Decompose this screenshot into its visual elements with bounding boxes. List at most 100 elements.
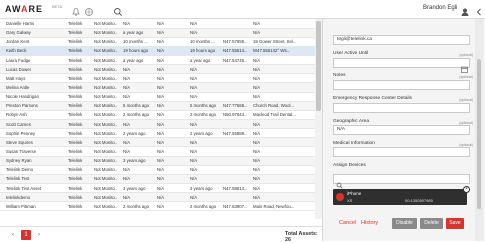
table-cell: Telelink xyxy=(62,192,88,203)
device-serial: 00:1350597985 xyxy=(405,198,433,203)
table-row[interactable]: Gary Galway Telelink Not Monito... a year a… xyxy=(0,28,322,38)
table-cell: N/A xyxy=(247,183,322,194)
table-cell: Not Monito... xyxy=(88,37,117,47)
table-cell: N/A xyxy=(117,192,151,203)
user-icon[interactable] xyxy=(460,4,470,16)
user-active-until-field[interactable] xyxy=(333,58,470,68)
table-row[interactable]: Danielle Harris Telelink Not Monito... N/A N… xyxy=(0,19,322,29)
table-cell: N/A xyxy=(151,119,184,130)
chevron-left-icon[interactable] xyxy=(474,4,484,16)
ercd-label: Emergency Response Center Details xyxy=(333,96,412,101)
save-button[interactable]: Save xyxy=(446,218,464,229)
table-row[interactable]: Sydney Ryan Telelink Not Monito... 3 years … xyxy=(0,156,322,166)
table-cell: Lucas Dower xyxy=(0,64,62,75)
user-name[interactable]: Brandon Egli xyxy=(423,5,457,11)
assigned-device-card[interactable]: iPhone XS 00:1350597985 × xyxy=(333,186,470,205)
table-row[interactable]: Matt Hays Telelink Not Monito... N/A N/A N/A N… xyxy=(0,73,322,84)
table-cell: Not Monito... xyxy=(88,165,117,175)
table-cell: Telelink xyxy=(62,174,88,185)
table-cell: N/A xyxy=(247,55,322,66)
cancel-button[interactable]: Cancel xyxy=(339,220,356,226)
table-cell: Not Monito... xyxy=(88,110,117,121)
table-scrollbar[interactable] xyxy=(315,19,322,219)
table-row[interactable]: Keith Beck Telelink Not Monito... 19 hours … xyxy=(0,46,322,57)
top-bar: AWARE BETA Brandon Egli xyxy=(0,0,485,19)
table-row[interactable]: Steve Squires Telelink Not Monito... N/A N/A… xyxy=(0,137,322,148)
table-cell: Danielle Harris xyxy=(0,19,62,29)
table-cell: Not Monito... xyxy=(88,101,117,111)
table-cell: Scott Carnes xyxy=(0,119,62,130)
table-cell: 19 Gower Street, Sel... xyxy=(247,37,322,47)
history-button[interactable]: History xyxy=(361,220,378,226)
table-row[interactable]: Melina Antle Telelink Not Monito... N/A N/A N… xyxy=(0,82,322,93)
table-cell xyxy=(217,64,247,75)
globe-icon[interactable] xyxy=(84,4,94,16)
panel-scrollbar[interactable] xyxy=(475,19,483,241)
table-cell: a year ago xyxy=(184,55,217,66)
table-cell: N/A xyxy=(247,137,322,148)
table-cell: Telelink xyxy=(62,146,88,157)
table-row[interactable]: Lucas Dower Telelink Not Monito... N/A N/A N/… xyxy=(0,64,322,75)
table-row[interactable]: Robyn Ash Telelink Not Monito... 2 months a… xyxy=(0,110,322,121)
table-cell: Not Monito... xyxy=(88,119,117,130)
table-cell: N/A xyxy=(117,146,151,157)
device-search-input[interactable] xyxy=(333,174,470,184)
calendar-icon[interactable] xyxy=(461,60,468,73)
logo[interactable]: AWARE xyxy=(5,4,43,14)
optional-tag: (optional) xyxy=(459,75,473,79)
table-cell: N/A xyxy=(247,192,322,203)
table-cell: N47.63907... xyxy=(217,201,247,212)
table-row[interactable]: Telelink Test Asset Telelink Not Monito...… xyxy=(0,183,322,194)
current-page-button[interactable]: 1 xyxy=(21,230,31,240)
table-cell: N/A xyxy=(117,92,151,102)
table-cell: N/A xyxy=(184,146,217,157)
table-cell xyxy=(217,73,247,84)
table-cell xyxy=(217,137,247,148)
table-row[interactable]: Sophie Penney Telelink Not Monito... 2 year… xyxy=(0,128,322,139)
table-cell: Telelink xyxy=(62,37,88,47)
disable-button[interactable]: Disable xyxy=(392,218,417,229)
table-row[interactable]: Scott Carnes Telelink Not Monito... N/A N/A N… xyxy=(0,119,322,130)
table-row[interactable]: William Pittman Telelink Not Monito... 2 mo… xyxy=(0,201,322,212)
table-row[interactable]: Susan Traverse Telelink Not Monito... N/A N/… xyxy=(0,146,322,157)
table-cell: N/A xyxy=(151,82,184,93)
geographic-area-field[interactable]: N/A xyxy=(333,125,470,135)
table-cell: Telelink xyxy=(62,183,88,194)
search-icon[interactable] xyxy=(113,4,123,17)
email-field[interactable]: tegli@telelink.ca xyxy=(333,35,470,45)
table-cell: N/A xyxy=(151,128,184,139)
table-cell: N/A xyxy=(151,192,184,203)
bell-icon[interactable] xyxy=(71,4,81,16)
table-row[interactable]: Preston Parsons Telelink Not Monito... 5 mo… xyxy=(0,101,322,111)
table-scroll-thumb[interactable] xyxy=(316,21,321,111)
table-row[interactable]: Telelink Demo Telelink Not Monito... N/A N/A… xyxy=(0,165,322,175)
next-page-button[interactable]: › xyxy=(34,230,44,240)
table-cell: Not Monito... xyxy=(88,128,117,139)
table-cell: N/A xyxy=(151,64,184,75)
table-row[interactable]: Jordan Kent Telelink Not Monito... 10 month… xyxy=(0,37,322,47)
close-icon[interactable]: × xyxy=(463,186,470,193)
table-cell: N/A xyxy=(151,165,184,175)
table-row[interactable]: Laura Fudge Telelink Not Monito... a year a… xyxy=(0,55,322,66)
table-cell: N/A xyxy=(151,174,184,185)
table-cell: Not Monito... xyxy=(88,28,117,38)
table-cell: N/A xyxy=(184,137,217,148)
table-cell: Not Monito... xyxy=(88,192,117,203)
table-cell: N/A xyxy=(247,146,322,157)
table-cell: N/A xyxy=(184,119,217,130)
ercd-field[interactable] xyxy=(333,103,470,113)
medical-info-field[interactable] xyxy=(333,147,470,157)
notes-field[interactable] xyxy=(333,80,470,90)
delete-button[interactable]: Delete xyxy=(420,218,443,229)
table-row[interactable]: Telelink Test Telelink Not Monito... N/A N/A… xyxy=(0,174,322,185)
table-row[interactable]: telelinkdemo Telelink Not Monito... N/A N/A N… xyxy=(0,192,322,203)
table-row[interactable]: Nicole Handrigan Telelink Not Monito... N/A… xyxy=(0,92,322,102)
panel-scroll-thumb[interactable] xyxy=(477,59,481,209)
table-cell: 2 months ago xyxy=(184,201,217,212)
table-cell: N47.55988... xyxy=(217,128,247,139)
prev-page-button[interactable]: ‹ xyxy=(8,230,18,240)
table-cell: N/A xyxy=(184,165,217,175)
table-cell: N47.57658... xyxy=(217,37,247,47)
table-cell: 10 months ... xyxy=(184,37,217,47)
table-cell: N/A xyxy=(247,174,322,185)
